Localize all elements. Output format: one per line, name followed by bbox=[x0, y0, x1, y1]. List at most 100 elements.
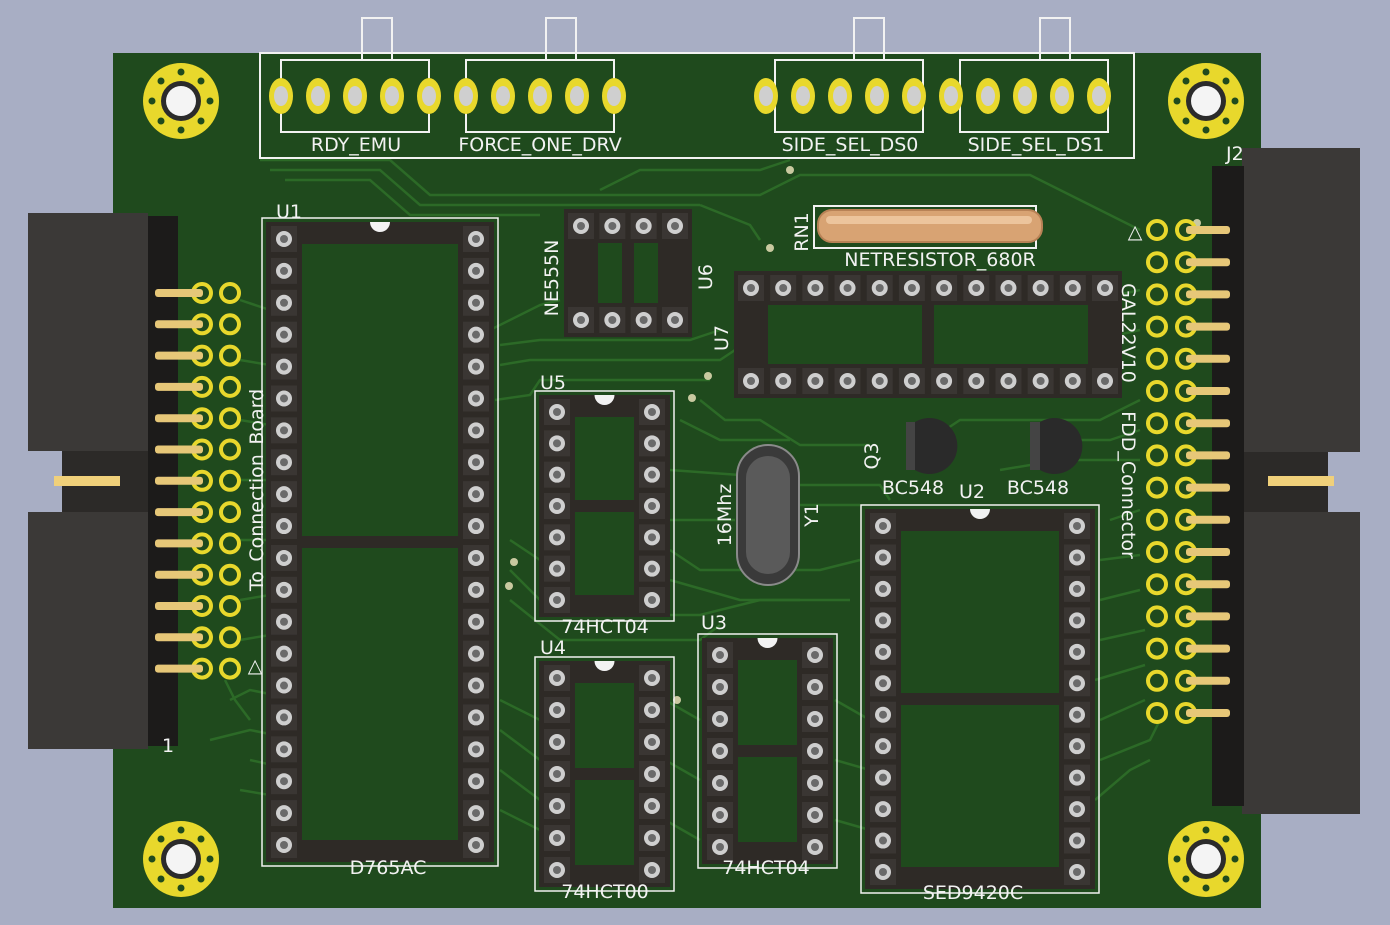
header-pin bbox=[343, 78, 367, 114]
socket-u1-pin bbox=[271, 736, 297, 763]
header-pin bbox=[902, 78, 926, 114]
socket-u4-pin bbox=[639, 761, 665, 787]
socket-u2-pin bbox=[870, 607, 896, 634]
y1-top bbox=[746, 456, 790, 574]
header-pin bbox=[1013, 78, 1037, 114]
socket-u2-pin bbox=[870, 733, 896, 760]
socket-u1-pin bbox=[463, 226, 489, 252]
header-pin bbox=[269, 78, 293, 114]
socket-u1-pin bbox=[271, 704, 297, 731]
socket-u2-pin bbox=[870, 796, 896, 823]
socket-u1-pin bbox=[271, 576, 297, 603]
header-pin bbox=[565, 78, 589, 114]
q3-value-label: BC548 bbox=[882, 477, 944, 499]
socket-u7-pin bbox=[770, 275, 797, 301]
socket-u1-pin bbox=[271, 449, 297, 476]
socket-u7-pin bbox=[834, 368, 861, 394]
socket-u3 bbox=[697, 633, 838, 869]
socket-u6 bbox=[564, 209, 692, 337]
socket-u4-pin bbox=[639, 697, 665, 723]
socket-u1-pin bbox=[271, 417, 297, 444]
u4-value-label: 74HCT00 bbox=[561, 881, 649, 903]
mounting-hole-bottom-right bbox=[1168, 821, 1244, 897]
u6-value-label: NE555N bbox=[541, 240, 563, 317]
socket-u2-pin bbox=[1064, 544, 1090, 571]
socket-u3-pin bbox=[707, 738, 733, 764]
socket-u7-pin bbox=[1027, 368, 1054, 394]
socket-u1-pin bbox=[463, 544, 489, 571]
j2-pin1-marker: △ bbox=[1128, 221, 1143, 243]
socket-u3-pin bbox=[707, 642, 733, 668]
socket-u7-pin bbox=[1027, 275, 1054, 301]
header-pin bbox=[602, 78, 626, 114]
socket-u1-pin bbox=[271, 385, 297, 412]
socket-u1-pin bbox=[271, 513, 297, 540]
socket-u7-pin bbox=[898, 368, 925, 394]
socket-u1-pin bbox=[271, 481, 297, 508]
header-pin bbox=[528, 78, 552, 114]
header-pin bbox=[939, 78, 963, 114]
socket-u3-pin bbox=[802, 642, 828, 668]
socket-u4-pin bbox=[544, 729, 570, 755]
socket-u2-pin bbox=[1064, 513, 1090, 539]
socket-u1-pin bbox=[463, 736, 489, 763]
q3-ref-label: Q3 bbox=[861, 442, 883, 469]
socket-u3-pin bbox=[707, 674, 733, 700]
socket-u3-pin bbox=[802, 802, 828, 828]
socket-u4 bbox=[534, 656, 675, 892]
socket-u2 bbox=[860, 504, 1100, 894]
socket-u7-pin bbox=[802, 368, 829, 394]
header-pin bbox=[754, 78, 778, 114]
header-pin bbox=[380, 78, 404, 114]
socket-u7-pin bbox=[770, 368, 797, 394]
socket-u1-pin bbox=[463, 257, 489, 284]
socket-u1-pin bbox=[463, 576, 489, 603]
mounting-hole-top-right bbox=[1168, 63, 1244, 139]
socket-u1-pin bbox=[271, 640, 297, 667]
socket-u1-pin bbox=[463, 832, 489, 858]
j1-ref-label: 1 bbox=[162, 735, 174, 757]
socket-u1-pin bbox=[463, 449, 489, 476]
u6-ref-label: U6 bbox=[695, 264, 717, 290]
socket-u1-pin bbox=[463, 640, 489, 667]
socket-u7-pin bbox=[1059, 368, 1086, 394]
socket-u1-pin bbox=[271, 321, 297, 348]
socket-u2-pin bbox=[1064, 670, 1090, 697]
socket-u1-pin bbox=[271, 768, 297, 795]
j1-shroud-bottom bbox=[28, 512, 148, 749]
socket-u7-pin bbox=[963, 275, 990, 301]
socket-u3-pin bbox=[802, 738, 828, 764]
socket-u5-pin bbox=[639, 430, 665, 457]
socket-u1-pin bbox=[271, 289, 297, 316]
socket-u3-pin bbox=[802, 674, 828, 700]
socket-u5-pin bbox=[544, 587, 570, 613]
socket-u6-pin bbox=[662, 213, 688, 239]
socket-u1-pin bbox=[271, 672, 297, 699]
socket-u6-pin bbox=[599, 213, 626, 239]
header-pin bbox=[865, 78, 889, 114]
u5-value-label: 74HCT04 bbox=[561, 616, 649, 638]
rn1-ref-label: RN1 bbox=[791, 212, 813, 252]
header-label-rdy-emu: RDY_EMU bbox=[311, 134, 401, 156]
j2-ref-label: J2 bbox=[1225, 143, 1244, 165]
u7-value-label: GAL22V10 bbox=[1117, 283, 1139, 383]
socket-u2-pin bbox=[870, 764, 896, 791]
socket-u1-pin bbox=[463, 481, 489, 508]
u7-ref-label: U7 bbox=[711, 325, 733, 351]
socket-u5-pin bbox=[544, 493, 570, 519]
socket-u4-pin bbox=[544, 857, 570, 883]
j1-pin1-marker: △ bbox=[248, 655, 263, 677]
j1-key-pin bbox=[54, 476, 120, 486]
socket-u2-pin bbox=[1064, 638, 1090, 665]
socket-u3-pin bbox=[802, 770, 828, 796]
socket-u7-pin bbox=[738, 368, 764, 394]
y1-ref-label: Y1 bbox=[801, 503, 823, 528]
socket-u7-pin bbox=[802, 275, 829, 301]
socket-u2-pin bbox=[1064, 827, 1090, 854]
socket-u5-pin bbox=[639, 399, 665, 425]
j1-shroud-top bbox=[28, 213, 148, 451]
rn1-value-label: NETRESISTOR_680R bbox=[844, 249, 1035, 271]
socket-u7-pin bbox=[738, 275, 764, 301]
u1-value-label: D765AC bbox=[350, 857, 427, 879]
header-pin bbox=[791, 78, 815, 114]
